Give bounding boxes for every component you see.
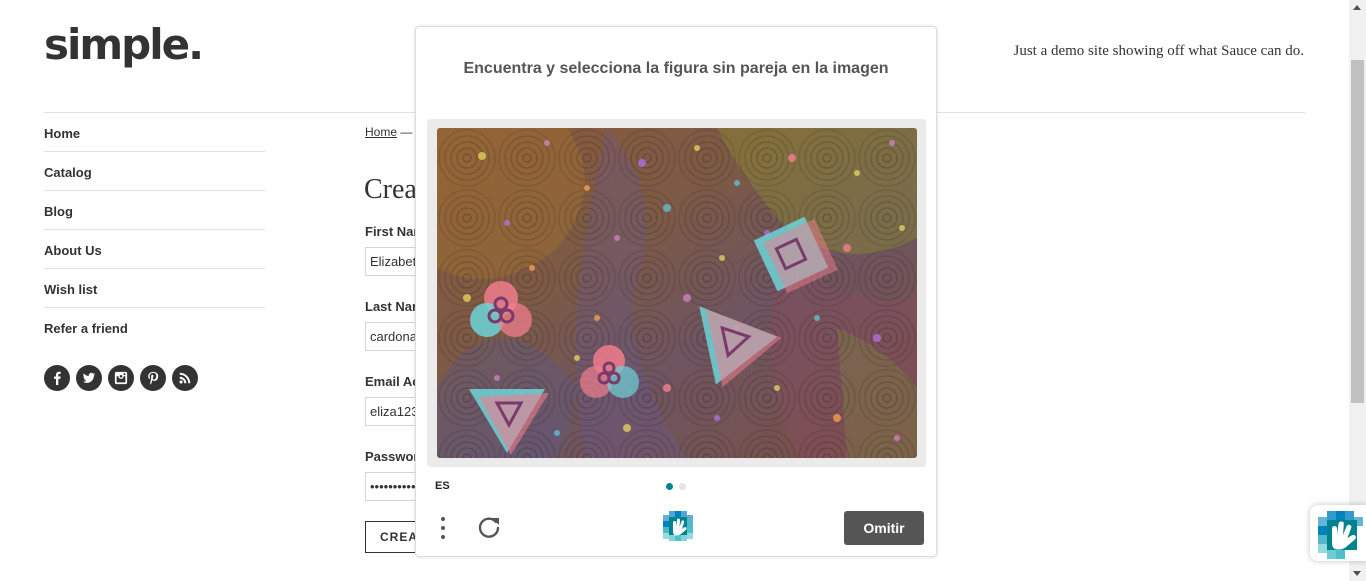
facebook-icon[interactable] (44, 365, 70, 391)
page-dot-2 (679, 483, 686, 490)
page-dot-1 (666, 483, 673, 490)
breadcrumb-home-link[interactable]: Home (365, 125, 397, 139)
social-links (44, 365, 198, 391)
scroll-up-arrow[interactable] (1353, 5, 1361, 10)
breadcrumb-separator: — (400, 125, 413, 139)
breadcrumb: Home — (365, 125, 412, 139)
challenge-image[interactable] (437, 128, 917, 458)
first-name-label: First Nar (365, 224, 419, 239)
page-title: Crea (364, 174, 417, 205)
scroll-down-arrow[interactable] (1353, 571, 1361, 576)
scroll-thumb[interactable] (1351, 60, 1364, 403)
hcaptcha-logo-icon (661, 509, 695, 543)
twitter-icon[interactable] (76, 365, 102, 391)
site-tagline: Just a demo site showing off what Sauce … (1013, 43, 1304, 59)
page-scrollbar[interactable] (1349, 0, 1366, 581)
challenge-page-indicator (666, 483, 686, 490)
more-options-icon[interactable] (436, 514, 450, 542)
email-label: Email Ac (365, 374, 420, 389)
sidebar-item-about-us[interactable]: About Us (44, 230, 265, 269)
sidebar-nav: Home Catalog Blog About Us Wish list Ref… (44, 113, 265, 347)
sidebar-item-catalog[interactable]: Catalog (44, 152, 265, 191)
challenge-frame (427, 119, 926, 467)
sidebar-item-blog[interactable]: Blog (44, 191, 265, 230)
language-selector[interactable]: ES (435, 480, 450, 492)
site-logo[interactable]: simple. (44, 20, 204, 69)
password-label: Passwor (365, 449, 419, 464)
sidebar-item-wish-list[interactable]: Wish list (44, 269, 265, 308)
instagram-icon[interactable] (108, 365, 134, 391)
rss-icon[interactable] (172, 365, 198, 391)
last-name-label: Last Nan (365, 299, 420, 314)
captcha-challenge-dialog: Encuentra y selecciona la figura sin par… (415, 26, 937, 557)
sidebar-item-home[interactable]: Home (44, 113, 265, 152)
sidebar-item-refer-a-friend[interactable]: Refer a friend (44, 308, 265, 347)
refresh-icon[interactable] (475, 513, 503, 541)
hcaptcha-badge-icon[interactable] (1310, 505, 1366, 561)
skip-button[interactable]: Omitir (844, 511, 924, 545)
pinterest-icon[interactable] (140, 365, 166, 391)
captcha-prompt: Encuentra y selecciona la figura sin par… (463, 60, 889, 77)
